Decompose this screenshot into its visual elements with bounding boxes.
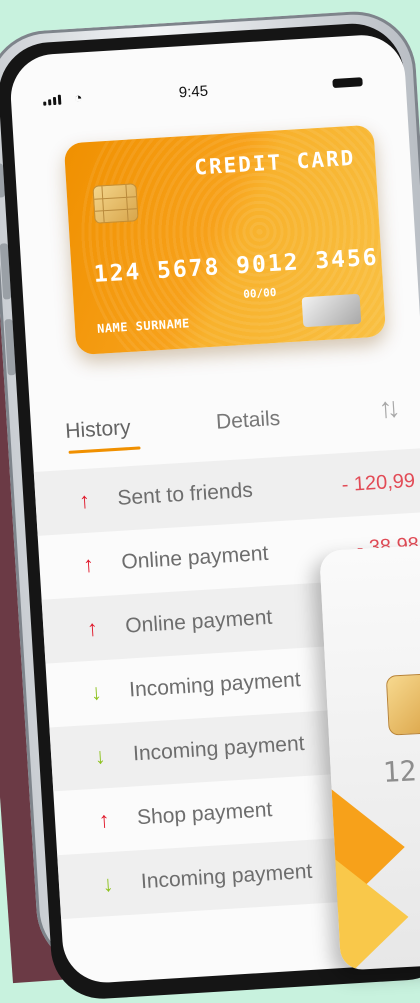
sort-arrows-icon[interactable]: ↑↓ [378, 392, 396, 425]
signal-bars-icon [43, 94, 62, 106]
status-bar: ◔ 9:45 [10, 65, 406, 119]
transaction-amount: - 120,99 [341, 469, 416, 496]
card-signature-strip [301, 293, 362, 328]
status-time: 9:45 [178, 82, 209, 102]
chip-icon [92, 183, 139, 224]
arrow-up-icon: ↑ [82, 551, 95, 578]
card-title: CREDIT CARD [193, 145, 356, 180]
tab-history[interactable]: History [65, 416, 132, 444]
arrow-up-icon: ↑ [86, 615, 99, 642]
tab-details[interactable]: Details [215, 407, 281, 435]
card-holder: NAME SURNAME [96, 316, 191, 336]
card-number: 124 5678 9012 3456 [93, 244, 380, 288]
active-tab-indicator [68, 446, 141, 454]
wifi-icon: ◔ [73, 89, 83, 106]
credit-card[interactable]: CREDIT CARD 124 5678 9012 3456 00/00 NAM… [63, 124, 387, 356]
arrow-up-icon: ↑ [78, 487, 91, 514]
chip-icon [385, 672, 420, 736]
battery-icon [332, 77, 363, 89]
arrow-up-icon: ↑ [97, 807, 111, 833]
card-expiry: 00/00 [242, 285, 277, 301]
arrow-down-icon: ↓ [101, 870, 115, 897]
arrow-down-icon: ↓ [90, 679, 103, 705]
arrow-down-icon: ↓ [93, 743, 107, 769]
